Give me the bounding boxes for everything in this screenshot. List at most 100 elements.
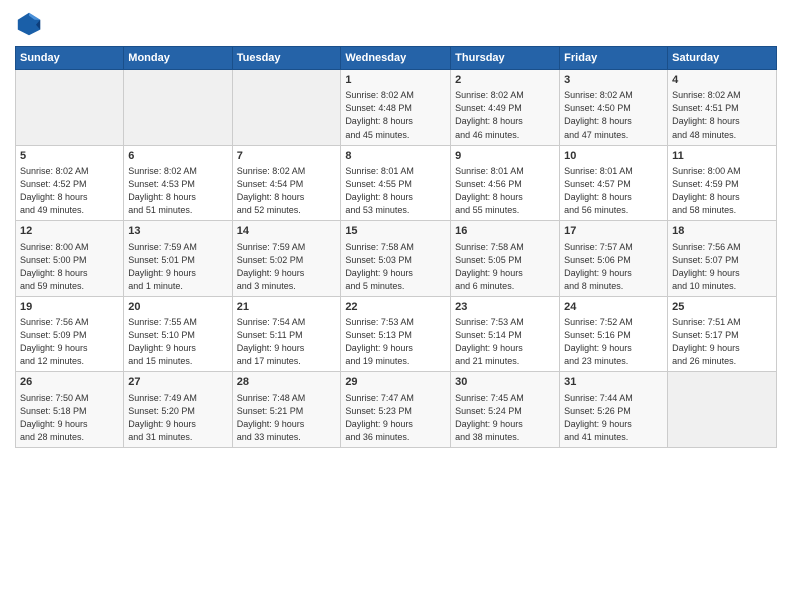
day-info: Sunrise: 7:48 AM Sunset: 5:21 PM Dayligh… [237,392,337,444]
day-number: 6 [128,149,227,164]
week-row-1: 1Sunrise: 8:02 AM Sunset: 4:48 PM Daylig… [16,70,777,146]
calendar-cell: 29 Sunrise: 7:47 AM Sunset: 5:23 PM Dayli… [341,372,451,448]
calendar-cell [232,70,341,146]
calendar-cell: 3Sunrise: 8:02 AM Sunset: 4:50 PM Daylig… [560,70,668,146]
day-number: 9 [455,149,555,164]
calendar-cell: 1Sunrise: 8:02 AM Sunset: 4:48 PM Daylig… [341,70,451,146]
calendar-cell: 4Sunrise: 8:02 AM Sunset: 4:51 PM Daylig… [668,70,777,146]
day-info: Sunrise: 7:44 AM Sunset: 5:26 PM Dayligh… [564,392,663,444]
day-number: 10 [564,149,663,164]
calendar-cell: 30 Sunrise: 7:45 AM Sunset: 5:24 PM Dayli… [451,372,560,448]
day-number: 27 [128,375,227,390]
day-info: Sunrise: 8:02 AM Sunset: 4:49 PM Dayligh… [455,89,555,141]
calendar-cell: 5Sunrise: 8:02 AM Sunset: 4:52 PM Daylig… [16,145,124,221]
calendar-cell: 8Sunrise: 8:01 AM Sunset: 4:55 PM Daylig… [341,145,451,221]
day-number: 13 [128,224,227,239]
week-row-5: 26 Sunrise: 7:50 AM Sunset: 5:18 PM Dayli… [16,372,777,448]
day-number: 4 [672,73,772,88]
day-number: 22 [345,300,446,315]
day-info: Sunrise: 8:02 AM Sunset: 4:48 PM Dayligh… [345,89,446,141]
weekday-wednesday: Wednesday [341,47,451,70]
day-info: Sunrise: 7:57 AM Sunset: 5:06 PM Dayligh… [564,241,663,293]
calendar-cell: 27 Sunrise: 7:49 AM Sunset: 5:20 PM Dayli… [124,372,232,448]
day-info: Sunrise: 7:50 AM Sunset: 5:18 PM Dayligh… [20,392,119,444]
day-number: 29 [345,375,446,390]
day-info: Sunrise: 7:59 AM Sunset: 5:01 PM Dayligh… [128,241,227,293]
calendar-cell [668,372,777,448]
day-number: 7 [237,149,337,164]
day-number: 5 [20,149,119,164]
calendar-cell [124,70,232,146]
day-number: 23 [455,300,555,315]
calendar-cell: 18 Sunrise: 7:56 AM Sunset: 5:07 PM Dayli… [668,221,777,297]
calendar-cell: 10Sunrise: 8:01 AM Sunset: 4:57 PM Dayli… [560,145,668,221]
day-info: Sunrise: 7:53 AM Sunset: 5:14 PM Dayligh… [455,316,555,368]
calendar-cell: 17 Sunrise: 7:57 AM Sunset: 5:06 PM Dayli… [560,221,668,297]
day-number: 14 [237,224,337,239]
calendar-table: SundayMondayTuesdayWednesdayThursdayFrid… [15,46,777,448]
calendar-cell: 9Sunrise: 8:01 AM Sunset: 4:56 PM Daylig… [451,145,560,221]
calendar-cell: 6Sunrise: 8:02 AM Sunset: 4:53 PM Daylig… [124,145,232,221]
day-number: 18 [672,224,772,239]
calendar-cell: 14 Sunrise: 7:59 AM Sunset: 5:02 PM Dayli… [232,221,341,297]
main-container: SundayMondayTuesdayWednesdayThursdayFrid… [0,0,792,453]
weekday-header-row: SundayMondayTuesdayWednesdayThursdayFrid… [16,47,777,70]
calendar-cell: 7Sunrise: 8:02 AM Sunset: 4:54 PM Daylig… [232,145,341,221]
calendar-cell: 12 Sunrise: 8:00 AM Sunset: 5:00 PM Dayli… [16,221,124,297]
day-number: 26 [20,375,119,390]
day-info: Sunrise: 8:02 AM Sunset: 4:51 PM Dayligh… [672,89,772,141]
day-number: 19 [20,300,119,315]
day-info: Sunrise: 8:02 AM Sunset: 4:54 PM Dayligh… [237,165,337,217]
calendar-cell: 21Sunrise: 7:54 AM Sunset: 5:11 PM Dayli… [232,296,341,372]
day-info: Sunrise: 7:53 AM Sunset: 5:13 PM Dayligh… [345,316,446,368]
week-row-2: 5Sunrise: 8:02 AM Sunset: 4:52 PM Daylig… [16,145,777,221]
day-number: 28 [237,375,337,390]
day-number: 15 [345,224,446,239]
day-number: 17 [564,224,663,239]
day-number: 30 [455,375,555,390]
day-number: 1 [345,73,446,88]
day-info: Sunrise: 7:58 AM Sunset: 5:03 PM Dayligh… [345,241,446,293]
header [15,10,777,38]
day-info: Sunrise: 8:01 AM Sunset: 4:55 PM Dayligh… [345,165,446,217]
calendar-cell: 13 Sunrise: 7:59 AM Sunset: 5:01 PM Dayli… [124,221,232,297]
weekday-tuesday: Tuesday [232,47,341,70]
calendar-cell: 19Sunrise: 7:56 AM Sunset: 5:09 PM Dayli… [16,296,124,372]
calendar-cell: 24Sunrise: 7:52 AM Sunset: 5:16 PM Dayli… [560,296,668,372]
weekday-saturday: Saturday [668,47,777,70]
day-info: Sunrise: 7:58 AM Sunset: 5:05 PM Dayligh… [455,241,555,293]
calendar-cell: 25Sunrise: 7:51 AM Sunset: 5:17 PM Dayli… [668,296,777,372]
day-info: Sunrise: 8:01 AM Sunset: 4:57 PM Dayligh… [564,165,663,217]
day-number: 12 [20,224,119,239]
weekday-monday: Monday [124,47,232,70]
day-info: Sunrise: 7:47 AM Sunset: 5:23 PM Dayligh… [345,392,446,444]
day-info: Sunrise: 8:02 AM Sunset: 4:50 PM Dayligh… [564,89,663,141]
day-info: Sunrise: 7:45 AM Sunset: 5:24 PM Dayligh… [455,392,555,444]
day-info: Sunrise: 8:00 AM Sunset: 4:59 PM Dayligh… [672,165,772,217]
day-info: Sunrise: 7:49 AM Sunset: 5:20 PM Dayligh… [128,392,227,444]
day-number: 8 [345,149,446,164]
calendar-cell: 2Sunrise: 8:02 AM Sunset: 4:49 PM Daylig… [451,70,560,146]
day-info: Sunrise: 7:54 AM Sunset: 5:11 PM Dayligh… [237,316,337,368]
day-info: Sunrise: 7:51 AM Sunset: 5:17 PM Dayligh… [672,316,772,368]
day-info: Sunrise: 8:00 AM Sunset: 5:00 PM Dayligh… [20,241,119,293]
calendar-cell: 16Sunrise: 7:58 AM Sunset: 5:05 PM Dayli… [451,221,560,297]
day-info: Sunrise: 8:02 AM Sunset: 4:53 PM Dayligh… [128,165,227,217]
week-row-3: 12 Sunrise: 8:00 AM Sunset: 5:00 PM Dayli… [16,221,777,297]
day-number: 11 [672,149,772,164]
calendar-cell: 26 Sunrise: 7:50 AM Sunset: 5:18 PM Dayli… [16,372,124,448]
logo [15,10,45,38]
calendar-cell: 28 Sunrise: 7:48 AM Sunset: 5:21 PM Dayli… [232,372,341,448]
day-info: Sunrise: 7:59 AM Sunset: 5:02 PM Dayligh… [237,241,337,293]
weekday-friday: Friday [560,47,668,70]
day-number: 31 [564,375,663,390]
day-info: Sunrise: 7:56 AM Sunset: 5:07 PM Dayligh… [672,241,772,293]
day-info: Sunrise: 7:56 AM Sunset: 5:09 PM Dayligh… [20,316,119,368]
day-info: Sunrise: 8:01 AM Sunset: 4:56 PM Dayligh… [455,165,555,217]
calendar-cell: 20Sunrise: 7:55 AM Sunset: 5:10 PM Dayli… [124,296,232,372]
calendar-cell: 11Sunrise: 8:00 AM Sunset: 4:59 PM Dayli… [668,145,777,221]
week-row-4: 19Sunrise: 7:56 AM Sunset: 5:09 PM Dayli… [16,296,777,372]
day-number: 21 [237,300,337,315]
day-number: 24 [564,300,663,315]
calendar-cell: 31 Sunrise: 7:44 AM Sunset: 5:26 PM Dayli… [560,372,668,448]
